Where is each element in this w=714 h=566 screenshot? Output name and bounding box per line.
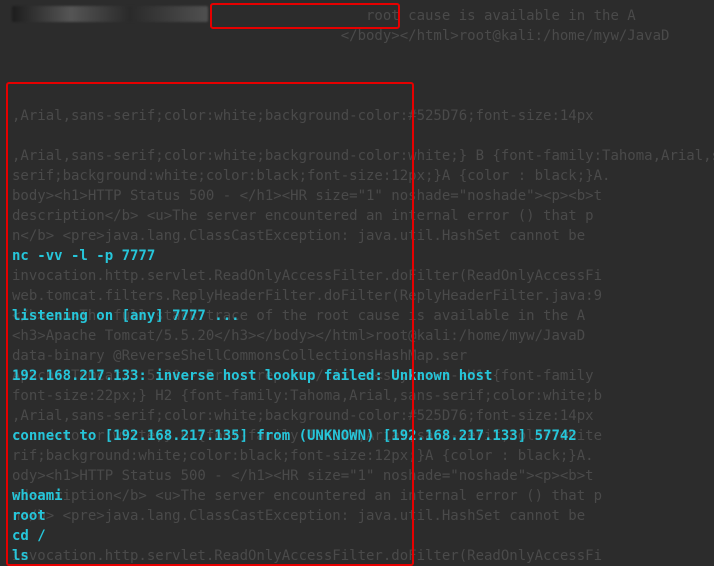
- redacted-prompt-smudge: [12, 6, 208, 22]
- shell-output-line: whoami: [12, 486, 706, 506]
- shell-output-line: cd /: [12, 526, 706, 546]
- terminal-output: nc -vv -l -p 7777 listening on [any] 777…: [12, 206, 706, 566]
- shell-output-line: ls: [12, 546, 706, 566]
- terminal[interactable]: root cause is available in the A </body>…: [0, 0, 714, 566]
- nc-command: nc -vv -l -p 7777: [12, 248, 155, 264]
- command-line: nc -vv -l -p 7777: [12, 246, 706, 266]
- highlight-box-command: [210, 3, 400, 29]
- nc-listening-line: listening on [any] 7777 ...: [12, 306, 706, 326]
- nc-lookup-fail-line: 192.168.217.133: inverse host lookup fai…: [12, 366, 706, 386]
- nc-connect-line: connect to [192.168.217.135] from (UNKNO…: [12, 426, 706, 446]
- shell-output-line: root: [12, 506, 706, 526]
